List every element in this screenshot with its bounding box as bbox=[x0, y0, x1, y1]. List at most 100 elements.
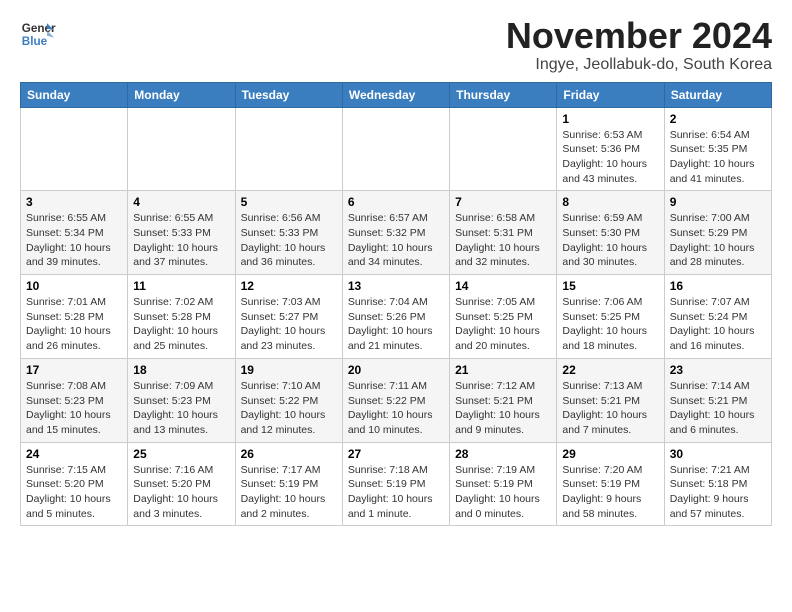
day-detail: Sunrise: 7:09 AM Sunset: 5:23 PM Dayligh… bbox=[133, 379, 229, 438]
day-number: 6 bbox=[348, 195, 444, 209]
weekday-header: Thursday bbox=[450, 82, 557, 107]
calendar-cell: 14Sunrise: 7:05 AM Sunset: 5:25 PM Dayli… bbox=[450, 275, 557, 359]
calendar-cell: 16 Sunrise: 7:07 AM Sunset: 5:24 PM Dayli… bbox=[664, 275, 771, 359]
day-number: 23 bbox=[670, 363, 766, 377]
day-detail: Sunrise: 7:10 AM Sunset: 5:22 PM Dayligh… bbox=[241, 379, 337, 438]
calendar-week-row: 24 Sunrise: 7:15 AM Sunset: 5:20 PM Dayli… bbox=[21, 442, 772, 526]
day-number: 15 bbox=[562, 279, 658, 293]
day-detail: Sunrise: 7:13 AM Sunset: 5:21 PM Dayligh… bbox=[562, 379, 658, 438]
day-detail: Sunrise: 6:55 AM Sunset: 5:34 PM Dayligh… bbox=[26, 211, 122, 270]
calendar-cell bbox=[21, 107, 128, 191]
day-detail: Sunrise: 7:16 AM Sunset: 5:20 PM Dayligh… bbox=[133, 463, 229, 522]
day-detail: Sunrise: 7:18 AM Sunset: 5:19 PM Dayligh… bbox=[348, 463, 444, 522]
day-number: 10 bbox=[26, 279, 122, 293]
calendar-cell: 30Sunrise: 7:21 AM Sunset: 5:18 PM Dayli… bbox=[664, 442, 771, 526]
calendar-cell: 2Sunrise: 6:54 AM Sunset: 5:35 PM Daylig… bbox=[664, 107, 771, 191]
day-detail: Sunrise: 7:00 AM Sunset: 5:29 PM Dayligh… bbox=[670, 211, 766, 270]
day-detail: Sunrise: 7:07 AM Sunset: 5:24 PM Dayligh… bbox=[670, 295, 766, 354]
calendar-cell: 15Sunrise: 7:06 AM Sunset: 5:25 PM Dayli… bbox=[557, 275, 664, 359]
day-detail: Sunrise: 7:11 AM Sunset: 5:22 PM Dayligh… bbox=[348, 379, 444, 438]
header: General Blue November 2024 Ingye, Jeolla… bbox=[20, 16, 772, 74]
location-title: Ingye, Jeollabuk-do, South Korea bbox=[506, 56, 772, 74]
calendar-week-row: 3 Sunrise: 6:55 AM Sunset: 5:34 PM Daylig… bbox=[21, 191, 772, 275]
day-number: 8 bbox=[562, 195, 658, 209]
day-number: 3 bbox=[26, 195, 122, 209]
day-detail: Sunrise: 7:03 AM Sunset: 5:27 PM Dayligh… bbox=[241, 295, 337, 354]
weekday-header: Saturday bbox=[664, 82, 771, 107]
calendar-cell: 17 Sunrise: 7:08 AM Sunset: 5:23 PM Dayli… bbox=[21, 358, 128, 442]
calendar-week-row: 10 Sunrise: 7:01 AM Sunset: 5:28 PM Dayli… bbox=[21, 275, 772, 359]
calendar-cell: 29 Sunrise: 7:20 AM Sunset: 5:19 PM Dayli… bbox=[557, 442, 664, 526]
calendar-cell: 24 Sunrise: 7:15 AM Sunset: 5:20 PM Dayli… bbox=[21, 442, 128, 526]
day-number: 20 bbox=[348, 363, 444, 377]
weekday-header: Wednesday bbox=[342, 82, 449, 107]
day-detail: Sunrise: 7:20 AM Sunset: 5:19 PM Dayligh… bbox=[562, 463, 658, 522]
day-number: 13 bbox=[348, 279, 444, 293]
day-detail: Sunrise: 6:56 AM Sunset: 5:33 PM Dayligh… bbox=[241, 211, 337, 270]
day-detail: Sunrise: 7:14 AM Sunset: 5:21 PM Dayligh… bbox=[670, 379, 766, 438]
day-number: 19 bbox=[241, 363, 337, 377]
day-detail: Sunrise: 7:04 AM Sunset: 5:26 PM Dayligh… bbox=[348, 295, 444, 354]
calendar-cell bbox=[128, 107, 235, 191]
calendar-cell: 13 Sunrise: 7:04 AM Sunset: 5:26 PM Dayli… bbox=[342, 275, 449, 359]
day-number: 16 bbox=[670, 279, 766, 293]
calendar-cell: 18 Sunrise: 7:09 AM Sunset: 5:23 PM Dayli… bbox=[128, 358, 235, 442]
day-number: 18 bbox=[133, 363, 229, 377]
calendar-cell: 23 Sunrise: 7:14 AM Sunset: 5:21 PM Dayli… bbox=[664, 358, 771, 442]
day-number: 26 bbox=[241, 447, 337, 461]
calendar-cell: 19 Sunrise: 7:10 AM Sunset: 5:22 PM Dayli… bbox=[235, 358, 342, 442]
day-number: 9 bbox=[670, 195, 766, 209]
day-detail: Sunrise: 7:19 AM Sunset: 5:19 PM Dayligh… bbox=[455, 463, 551, 522]
calendar-cell: 5 Sunrise: 6:56 AM Sunset: 5:33 PM Daylig… bbox=[235, 191, 342, 275]
calendar-cell: 25 Sunrise: 7:16 AM Sunset: 5:20 PM Dayli… bbox=[128, 442, 235, 526]
calendar-cell: 11Sunrise: 7:02 AM Sunset: 5:28 PM Dayli… bbox=[128, 275, 235, 359]
calendar-cell: 3 Sunrise: 6:55 AM Sunset: 5:34 PM Daylig… bbox=[21, 191, 128, 275]
day-number: 22 bbox=[562, 363, 658, 377]
logo: General Blue bbox=[20, 16, 56, 52]
day-number: 7 bbox=[455, 195, 551, 209]
calendar-cell: 8Sunrise: 6:59 AM Sunset: 5:30 PM Daylig… bbox=[557, 191, 664, 275]
calendar-cell bbox=[235, 107, 342, 191]
day-detail: Sunrise: 7:15 AM Sunset: 5:20 PM Dayligh… bbox=[26, 463, 122, 522]
day-detail: Sunrise: 7:12 AM Sunset: 5:21 PM Dayligh… bbox=[455, 379, 551, 438]
logo-icon: General Blue bbox=[20, 16, 56, 52]
calendar-cell: 6 Sunrise: 6:57 AM Sunset: 5:32 PM Daylig… bbox=[342, 191, 449, 275]
day-number: 24 bbox=[26, 447, 122, 461]
day-detail: Sunrise: 6:55 AM Sunset: 5:33 PM Dayligh… bbox=[133, 211, 229, 270]
calendar-cell: 1Sunrise: 6:53 AM Sunset: 5:36 PM Daylig… bbox=[557, 107, 664, 191]
day-detail: Sunrise: 7:01 AM Sunset: 5:28 PM Dayligh… bbox=[26, 295, 122, 354]
calendar-cell: 10 Sunrise: 7:01 AM Sunset: 5:28 PM Dayli… bbox=[21, 275, 128, 359]
day-number: 25 bbox=[133, 447, 229, 461]
day-number: 12 bbox=[241, 279, 337, 293]
calendar-cell: 12 Sunrise: 7:03 AM Sunset: 5:27 PM Dayli… bbox=[235, 275, 342, 359]
calendar-cell: 26 Sunrise: 7:17 AM Sunset: 5:19 PM Dayli… bbox=[235, 442, 342, 526]
day-number: 29 bbox=[562, 447, 658, 461]
day-number: 30 bbox=[670, 447, 766, 461]
calendar-cell bbox=[450, 107, 557, 191]
day-number: 4 bbox=[133, 195, 229, 209]
day-number: 11 bbox=[133, 279, 229, 293]
day-number: 28 bbox=[455, 447, 551, 461]
calendar-cell bbox=[342, 107, 449, 191]
day-detail: Sunrise: 7:05 AM Sunset: 5:25 PM Dayligh… bbox=[455, 295, 551, 354]
day-detail: Sunrise: 7:17 AM Sunset: 5:19 PM Dayligh… bbox=[241, 463, 337, 522]
calendar-cell: 7 Sunrise: 6:58 AM Sunset: 5:31 PM Daylig… bbox=[450, 191, 557, 275]
day-number: 1 bbox=[562, 112, 658, 126]
day-number: 5 bbox=[241, 195, 337, 209]
calendar-cell: 28 Sunrise: 7:19 AM Sunset: 5:19 PM Dayli… bbox=[450, 442, 557, 526]
month-title: November 2024 bbox=[506, 16, 772, 56]
calendar-cell: 22 Sunrise: 7:13 AM Sunset: 5:21 PM Dayli… bbox=[557, 358, 664, 442]
day-detail: Sunrise: 6:57 AM Sunset: 5:32 PM Dayligh… bbox=[348, 211, 444, 270]
calendar-cell: 20 Sunrise: 7:11 AM Sunset: 5:22 PM Dayli… bbox=[342, 358, 449, 442]
weekday-header: Monday bbox=[128, 82, 235, 107]
calendar-week-row: 17 Sunrise: 7:08 AM Sunset: 5:23 PM Dayli… bbox=[21, 358, 772, 442]
weekday-header: Friday bbox=[557, 82, 664, 107]
day-number: 17 bbox=[26, 363, 122, 377]
day-number: 2 bbox=[670, 112, 766, 126]
calendar-cell: 27Sunrise: 7:18 AM Sunset: 5:19 PM Dayli… bbox=[342, 442, 449, 526]
calendar-week-row: 1Sunrise: 6:53 AM Sunset: 5:36 PM Daylig… bbox=[21, 107, 772, 191]
day-detail: Sunrise: 6:58 AM Sunset: 5:31 PM Dayligh… bbox=[455, 211, 551, 270]
day-detail: Sunrise: 7:08 AM Sunset: 5:23 PM Dayligh… bbox=[26, 379, 122, 438]
calendar-cell: 21Sunrise: 7:12 AM Sunset: 5:21 PM Dayli… bbox=[450, 358, 557, 442]
calendar-table: SundayMondayTuesdayWednesdayThursdayFrid… bbox=[20, 82, 772, 527]
